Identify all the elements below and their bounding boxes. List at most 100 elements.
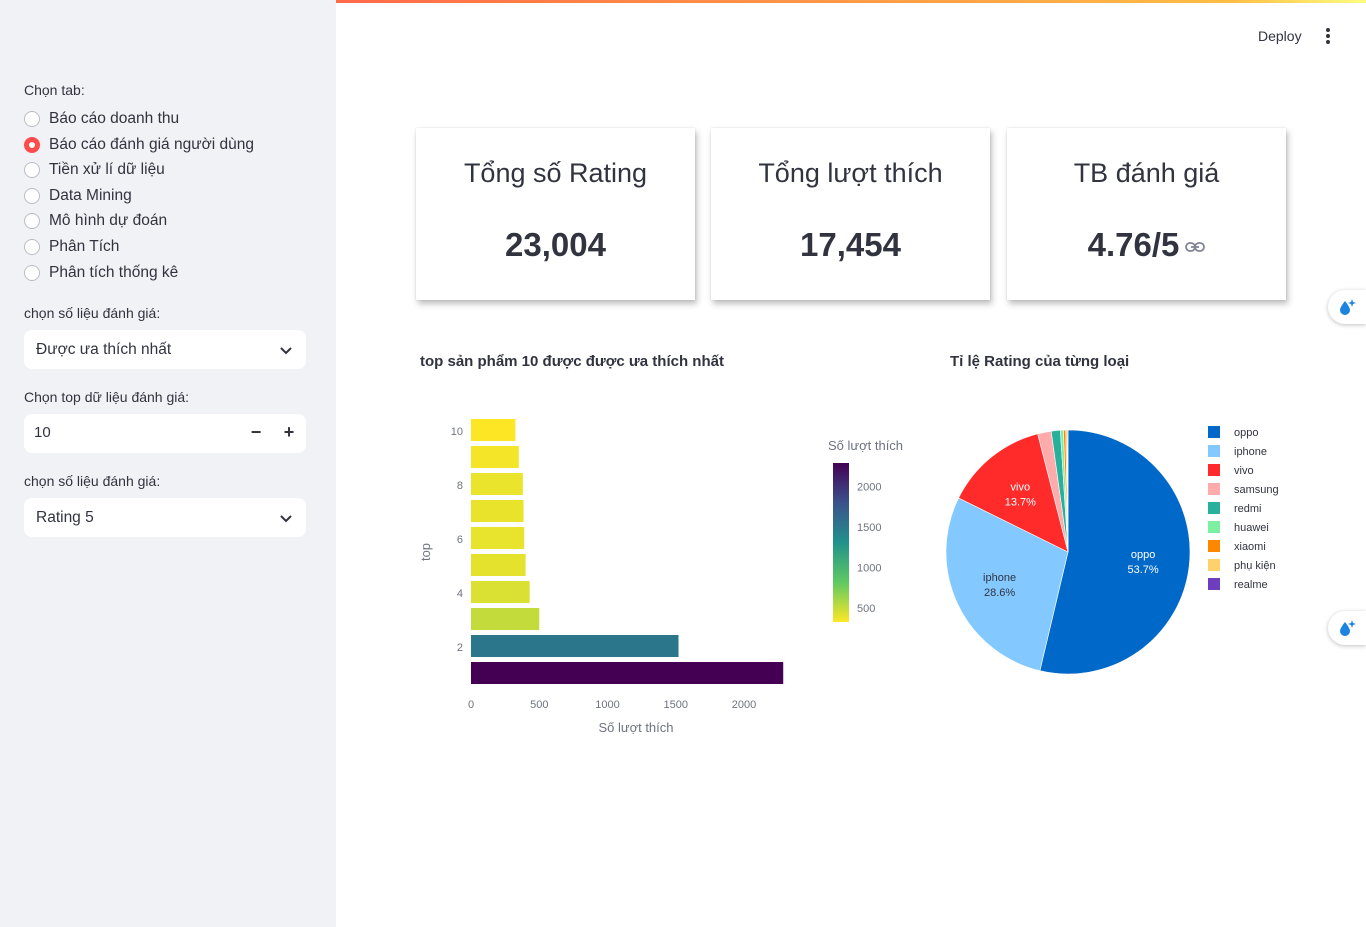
colorbar-title: Số lượt thích [828,438,903,453]
legend-label[interactable]: oppo [1234,427,1258,439]
sparkle-droplet-button[interactable] [1328,290,1366,324]
y-tick-label: 2 [457,642,463,654]
pie-slice-label: oppo [1131,549,1155,561]
legend-swatch[interactable] [1208,464,1220,476]
sparkle-droplet-icon [1340,299,1356,315]
metric-card-avg-rating: TB đánh giá 4.76/5 [1007,128,1286,300]
x-tick-label: 1500 [664,699,688,711]
metric-card-total-rating: Tổng số Rating 23,004 [416,128,695,300]
metric-select-label: chọn số liệu đánh giá: [24,305,161,321]
sparkle-droplet-icon [1340,620,1356,636]
y-axis-label: top [418,543,433,561]
pie-chart-title: Tỉ lệ Rating của từng loại [950,353,1130,370]
legend-label[interactable]: huawei [1234,522,1269,534]
bar-chart: 2 4 6 8 10 0 500 1000 1500 2000 Số lượt thích top Số… [418,419,903,735]
bar[interactable] [471,662,784,684]
tab-option[interactable]: Báo cáo doanh thu [24,108,179,130]
bar-chart-title: top sản phẩm 10 được được ưa thích nhất [420,353,724,370]
tab-option-label: Tiền xử lí dữ liệu [49,161,165,178]
legend-swatch[interactable] [1208,502,1220,514]
bar[interactable] [471,581,530,603]
y-tick-label: 8 [457,480,463,492]
tab-option[interactable]: Phân Tích [24,236,119,258]
bar[interactable] [471,554,526,576]
colorbar-tick-label: 1000 [857,562,881,574]
legend-label[interactable]: redmi [1234,503,1262,515]
chevron-down-icon [280,515,292,523]
legend-swatch[interactable] [1208,445,1220,457]
metric2-select[interactable]: Rating 5 [24,498,306,537]
bar[interactable] [471,446,519,468]
radio-unselected-icon[interactable] [24,188,40,204]
sparkle-droplet-button[interactable] [1328,611,1366,645]
increment-button[interactable]: + [279,423,299,443]
top-number-value[interactable]: 10 [34,424,51,441]
metric2-select-label: chọn số liệu đánh giá: [24,473,161,489]
metric-select[interactable]: Được ưa thích nhất [24,330,306,369]
x-axis-label: Số lượt thích [598,720,673,735]
radio-unselected-icon[interactable] [24,213,40,229]
decrement-button[interactable]: − [246,423,266,443]
tab-option[interactable]: Tiền xử lí dữ liệu [24,159,165,181]
bar[interactable] [471,608,540,630]
colorbar-tick-label: 1500 [857,522,881,534]
legend-swatch[interactable] [1208,578,1220,590]
bar[interactable] [471,527,525,549]
card-value: 23,004 [505,226,606,263]
bar[interactable] [471,419,516,441]
legend-swatch[interactable] [1208,426,1220,438]
tab-option-label: Phân tích thống kê [49,264,179,281]
y-tick-label: 6 [457,534,463,546]
chevron-down-icon [280,347,292,355]
radio-unselected-icon[interactable] [24,239,40,255]
legend-swatch[interactable] [1208,521,1220,533]
card-value-wrap: 4.76/5 [1007,226,1286,264]
card-title: Tổng lượt thích [758,158,943,188]
tab-option[interactable]: Data Mining [24,185,132,207]
top-number-input[interactable]: 10 − + [24,414,306,453]
radio-unselected-icon[interactable] [24,111,40,127]
bar[interactable] [471,635,679,657]
tab-select-label: Chọn tab: [24,82,85,98]
x-tick-label: 1000 [595,699,619,711]
card-title: TB đánh giá [1073,158,1220,188]
tab-option[interactable]: Báo cáo đánh giá người dùng [24,134,254,156]
y-tick-label: 4 [457,588,463,600]
radio-selected-icon[interactable] [24,137,40,153]
metric2-select-value: Rating 5 [36,508,94,526]
legend-label[interactable]: phụ kiện [1234,560,1276,572]
legend-swatch[interactable] [1208,559,1220,571]
pie-slice-percent: 28.6% [984,587,1015,599]
top-number-label: Chọn top dữ liệu đánh giá: [24,389,190,405]
sidebar: Chọn tab: Báo cáo doanh thu Báo cáo đánh … [0,0,336,927]
radio-unselected-icon[interactable] [24,162,40,178]
legend-label[interactable]: samsung [1234,484,1279,496]
legend-swatch[interactable] [1208,483,1220,495]
card-title: Tổng số Rating [463,158,648,188]
metric-card-total-likes: Tổng lượt thích 17,454 [711,128,990,300]
tab-option-label: Báo cáo doanh thu [49,110,180,127]
legend-label[interactable]: vivo [1234,465,1254,477]
colorbar [833,463,849,622]
card-value: 4.76/5 [1087,226,1180,263]
tab-option-label: Mô hình dự đoán [49,212,168,229]
pie-slice-percent: 53.7% [1128,564,1159,576]
tab-option[interactable]: Mô hình dự đoán [24,210,167,232]
deploy-button[interactable]: Deploy [1248,26,1312,46]
bar[interactable] [471,473,523,495]
legend-label[interactable]: iphone [1234,446,1267,458]
colorbar-tick-label: 2000 [857,481,881,493]
main-menu-icon[interactable] [1320,28,1336,46]
link-icon[interactable] [1185,241,1206,253]
legend-swatch[interactable] [1208,540,1220,552]
card-value: 17,454 [800,226,901,263]
x-tick-label: 500 [530,699,548,711]
x-tick-label: 2000 [732,699,756,711]
bar[interactable] [471,500,524,522]
metric-select-value: Được ưa thích nhất [36,340,172,358]
tab-option[interactable]: Phân tích thống kê [24,262,178,284]
legend-label[interactable]: realme [1234,579,1268,591]
legend-label[interactable]: xiaomi [1234,541,1266,553]
pie-slice-percent: 13.7% [1005,496,1036,508]
radio-unselected-icon[interactable] [24,265,40,281]
